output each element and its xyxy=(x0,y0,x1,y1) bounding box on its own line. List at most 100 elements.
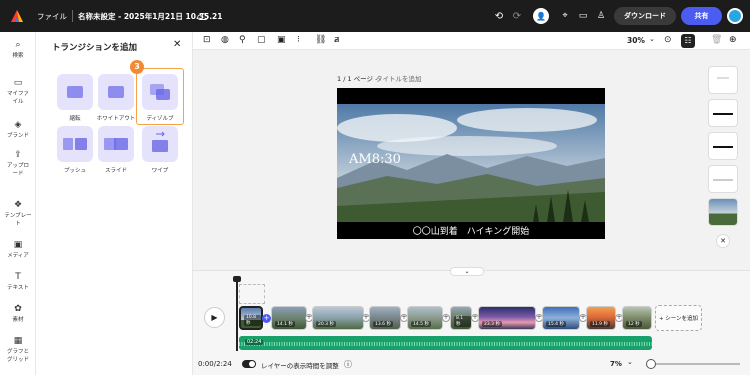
comment-icon[interactable]: ▭ xyxy=(577,10,589,22)
add-transition-icon[interactable]: + xyxy=(442,314,450,322)
add-transition-icon[interactable]: + xyxy=(262,314,271,323)
chevron-down-icon[interactable]: ⌄ xyxy=(649,35,655,43)
crop-icon[interactable]: ⊡ xyxy=(203,35,211,45)
transition-item-slide[interactable] xyxy=(98,126,134,162)
upload-icon: ⇪ xyxy=(14,150,22,160)
zoom-level[interactable]: 30% xyxy=(627,36,645,45)
transition-label: ホワイトアウト xyxy=(96,116,136,122)
timeline-clip[interactable]: 13.6 秒 xyxy=(369,306,401,330)
redo-icon[interactable]: ⟳ xyxy=(511,10,523,22)
timeline-clip[interactable]: 23.3 秒 xyxy=(478,306,536,330)
page-label: 1 / 1 ページ - xyxy=(337,75,378,83)
timeline-clip[interactable]: 8.1 秒 xyxy=(450,306,472,330)
media-icon: ▣ xyxy=(13,240,23,250)
caption-text[interactable]: 〇〇山到着 ハイキング開始 xyxy=(337,224,605,237)
toggle-label: レイヤーの表示時間を調整 xyxy=(261,362,339,370)
nav-label: ブランド xyxy=(6,133,29,139)
align-icon[interactable]: ⁝ xyxy=(297,35,300,45)
folder-icon: ▭ xyxy=(13,78,23,88)
page-title-input[interactable]: タイトルを追加 xyxy=(376,73,422,83)
fit-icon[interactable]: ⊙ xyxy=(664,35,672,45)
add-scene-button[interactable]: + シーンを追加 xyxy=(655,305,702,331)
layer-duration-toggle[interactable] xyxy=(242,360,256,368)
file-menu[interactable]: ファイル xyxy=(37,11,67,22)
time-overlay-text[interactable]: AM8:30 xyxy=(349,152,401,167)
nav-charts-grids[interactable]: ▦ グラフとグリッド xyxy=(0,336,36,363)
divider xyxy=(72,10,73,22)
slider-handle[interactable] xyxy=(646,359,656,369)
clip-duration: 14.1 秒 xyxy=(275,321,295,327)
clip-duration: 8.1 秒 xyxy=(454,316,471,327)
nav-label: テキスト xyxy=(7,285,29,291)
audio-track[interactable]: 02:24 xyxy=(239,336,652,350)
page-thumb[interactable] xyxy=(708,66,738,94)
timeline-zoom-value[interactable]: 7% xyxy=(610,360,622,368)
frame-icon[interactable]: ▣ xyxy=(277,35,286,45)
nav-label: マイファイル xyxy=(7,91,30,105)
avatar[interactable] xyxy=(727,8,743,24)
timeline-clip[interactable]: 11.9 秒 xyxy=(586,306,616,330)
time-display: 0:00/2:24 xyxy=(198,360,232,368)
close-icon[interactable]: ✕ xyxy=(173,39,181,50)
transition-item-wipe[interactable] xyxy=(142,126,178,162)
timeline-zoom-slider[interactable] xyxy=(648,363,740,365)
page-thumb[interactable] xyxy=(708,132,738,160)
account-icon[interactable]: 👤 xyxy=(533,8,549,24)
chevron-down-icon[interactable]: ⌄ xyxy=(627,358,633,366)
nav-search[interactable]: ⌕ 検索 xyxy=(0,40,36,59)
playhead-handle[interactable] xyxy=(233,276,241,282)
text-icon: T xyxy=(15,272,21,282)
location-icon[interactable]: ⌖ xyxy=(559,10,571,22)
share-button[interactable]: 共有 xyxy=(681,7,722,25)
timeline-clip[interactable]: 10.8 秒 xyxy=(239,306,263,330)
transition-item-push[interactable] xyxy=(57,126,93,162)
undo-icon[interactable]: ⟲ xyxy=(493,10,505,22)
close-icon[interactable]: ✕ xyxy=(716,234,730,248)
nav-elements[interactable]: ✿ 素材 xyxy=(0,304,36,323)
page-thumb-image[interactable] xyxy=(708,198,738,226)
download-button[interactable]: ダウンロード xyxy=(614,7,676,25)
elements-icon: ✿ xyxy=(14,304,22,314)
layers-icon[interactable]: ☷ xyxy=(681,34,695,48)
transition-label: プッシュ xyxy=(63,168,86,174)
transition-item-whiteout[interactable] xyxy=(98,74,134,110)
search-icon: ⌕ xyxy=(15,40,21,50)
adobe-express-logo[interactable] xyxy=(10,9,24,23)
audio-waveform xyxy=(239,342,652,346)
drop-zone xyxy=(239,284,265,304)
clip-duration: 23.3 秒 xyxy=(482,321,502,327)
info-icon[interactable]: ⓘ xyxy=(344,359,352,370)
adjust-icon[interactable]: ⚲ xyxy=(239,35,246,45)
link-icon[interactable]: ⛓ xyxy=(315,35,326,45)
nav-label: テンプレート xyxy=(4,213,32,227)
timeline-clip[interactable]: 12 秒 xyxy=(622,306,652,330)
nav-brand[interactable]: ◈ ブランド xyxy=(0,120,36,139)
timeline-clip[interactable]: 14.1 秒 xyxy=(271,306,307,330)
filter-icon[interactable]: ◍ xyxy=(221,35,229,45)
video-canvas[interactable]: AM8:30 〇〇山到着 ハイキング開始 xyxy=(337,88,605,239)
page-thumb[interactable] xyxy=(708,99,738,127)
page-thumb[interactable] xyxy=(708,165,738,193)
transition-label: ワイプ xyxy=(151,168,169,174)
timeline-clip[interactable]: 14.5 秒 xyxy=(407,306,443,330)
nav-templates[interactable]: ❖ テンプレート xyxy=(0,200,36,227)
publish-icon[interactable]: ♙ xyxy=(595,10,607,22)
translate-icon[interactable]: ⱥ xyxy=(334,35,340,45)
nav-my-files[interactable]: ▭ マイファイル xyxy=(0,78,36,105)
nav-text[interactable]: T テキスト xyxy=(0,272,36,291)
clip-duration: 20.3 秒 xyxy=(316,321,336,327)
nav-media[interactable]: ▣ メディア xyxy=(0,240,36,259)
nav-upload[interactable]: ⇪ アップロード xyxy=(0,150,36,177)
play-button[interactable]: ▶ xyxy=(204,307,225,328)
timeline-clip[interactable]: 20.3 秒 xyxy=(312,306,364,330)
add-page-icon[interactable]: ⊕ xyxy=(729,35,737,45)
transition-item-shrink[interactable] xyxy=(57,74,93,110)
collapse-chevron-icon[interactable]: ⌄ xyxy=(450,267,484,276)
trash-icon[interactable]: 🗑 xyxy=(711,35,722,45)
shape-icon[interactable]: ▢ xyxy=(257,35,266,45)
transition-item-dissolve[interactable] xyxy=(142,74,178,110)
clip-duration: 10.8 秒 xyxy=(244,315,261,326)
playhead[interactable] xyxy=(236,279,238,351)
nav-label: 素材 xyxy=(12,317,24,323)
timeline-clip[interactable]: 15.4 秒 xyxy=(542,306,580,330)
